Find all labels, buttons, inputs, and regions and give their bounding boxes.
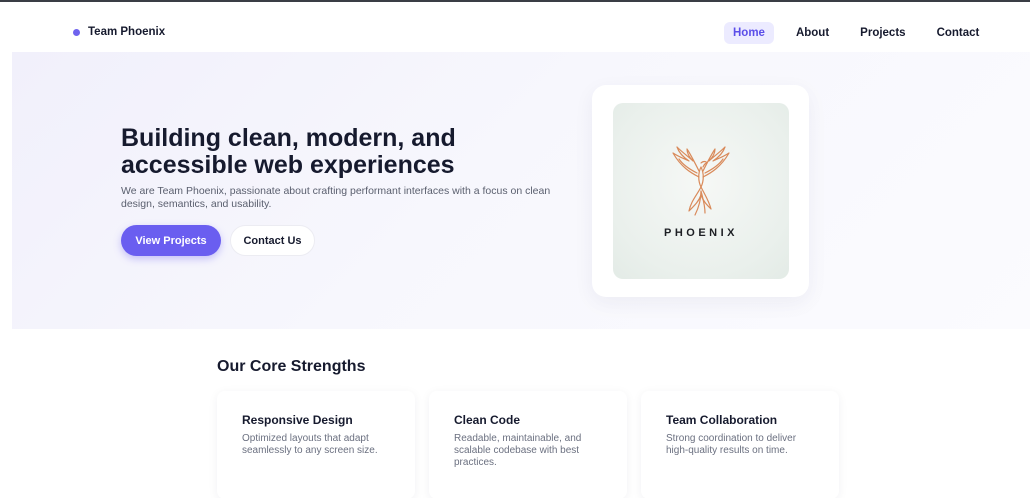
hero-title: Building clean, modern, and accessible w…: [121, 124, 456, 179]
nav-link-about[interactable]: About: [787, 22, 838, 44]
window-top-border: [0, 0, 1030, 2]
card-text: Optimized layouts that adapt seamlessly …: [242, 433, 378, 456]
navbar: Team Phoenix Home About Projects Contact: [12, 14, 1030, 52]
nav-links: Home About Projects Contact: [724, 22, 1001, 44]
strength-card-responsive: Responsive Design Optimized layouts that…: [217, 391, 415, 498]
nav-link-home[interactable]: Home: [724, 22, 774, 44]
phoenix-bird-icon: [672, 146, 730, 216]
logo-wordmark: PHOENIX: [663, 227, 738, 239]
hero-section: Building clean, modern, and accessible w…: [12, 52, 1030, 329]
contact-us-button[interactable]: Contact Us: [230, 225, 315, 256]
nav-link-contact[interactable]: Contact: [928, 22, 989, 44]
view-projects-button[interactable]: View Projects: [121, 225, 221, 256]
brand-name: Team Phoenix: [88, 26, 166, 38]
strength-card-clean-code: Clean Code Readable, maintainable, and s…: [429, 391, 627, 498]
card-title: Team Collaboration: [666, 413, 778, 427]
logo-card: PHOENIX: [592, 85, 809, 297]
hero-subtitle: We are Team Phoenix, passionate about cr…: [121, 185, 551, 210]
card-text: Readable, maintainable, and scalable cod…: [454, 433, 582, 468]
strengths-title: Our Core Strengths: [217, 358, 366, 375]
card-title: Responsive Design: [242, 413, 353, 427]
nav-link-projects[interactable]: Projects: [851, 22, 914, 44]
phoenix-logo: PHOENIX: [613, 103, 789, 279]
card-title: Clean Code: [454, 413, 521, 427]
strength-card-collaboration: Team Collaboration Strong coordination t…: [641, 391, 839, 498]
brand-dot-icon: [73, 28, 80, 36]
card-text: Strong coordination to deliver high-qual…: [666, 433, 797, 456]
brand[interactable]: Team Phoenix: [73, 26, 165, 38]
